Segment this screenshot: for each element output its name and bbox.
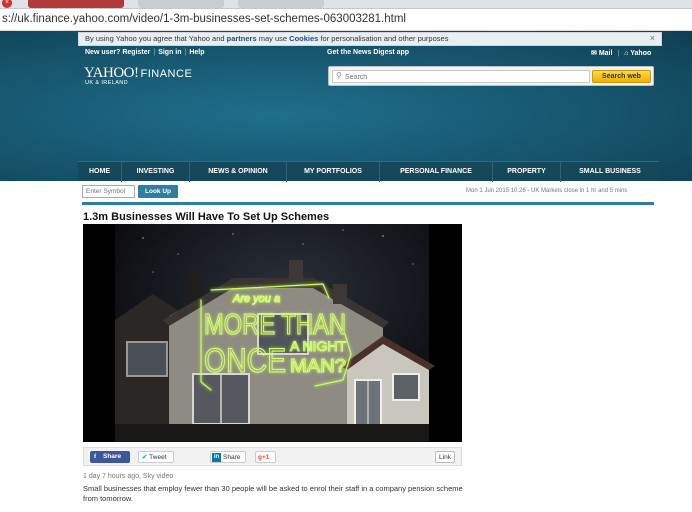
mail-icon: ✉ [591, 50, 597, 57]
cookies-link[interactable]: Cookies [289, 34, 318, 43]
yahoo-home-link[interactable]: Yahoo [630, 50, 651, 57]
cookie-notice-text: By using Yahoo you agree that Yahoo and … [85, 34, 449, 43]
home-icon: ⌂ [624, 50, 629, 57]
search-input[interactable] [345, 72, 585, 82]
news-digest-link[interactable]: Get the News Digest app [327, 49, 409, 56]
video-player[interactable]: Are you a MORE THAN ONCE A NIGHT MAN? [83, 224, 462, 442]
nav-news-opinion[interactable]: NEWS & OPINION [190, 162, 286, 182]
share-bar: f Share ✔ Tweet in Share g+1 Link [83, 447, 462, 466]
market-status: Mon 1 Jun 2015 10:26 - UK Markets close … [466, 188, 628, 194]
nav-property[interactable]: PROPERTY [493, 162, 560, 182]
look-up-button[interactable]: Look Up [138, 185, 178, 198]
account-links: New user? Register | Sign in | Help [85, 49, 205, 56]
symbol-input[interactable] [82, 185, 135, 198]
section-divider [82, 202, 654, 205]
browser-tab[interactable] [238, 0, 324, 8]
article-meta: 1 day 7 hours ago, Sky video [83, 473, 174, 480]
mail-yahoo-links: ✉ Mail | ⌂ Yahoo [591, 50, 652, 57]
nav-home[interactable]: HOME [78, 162, 121, 182]
yahoo-finance-logo[interactable]: YAHOO! FINANCE UK & IRELAND [84, 64, 193, 86]
neon-line-2: MORE THAN [204, 309, 346, 341]
close-icon[interactable]: × [650, 33, 655, 43]
search-field[interactable]: ⚲ [332, 70, 590, 83]
search-icon: ⚲ [336, 71, 342, 80]
sign-in-link[interactable]: Sign in [158, 49, 181, 56]
browser-tab-active[interactable] [28, 0, 124, 8]
video-frame: Are you a MORE THAN ONCE A NIGHT MAN? [115, 224, 435, 442]
facebook-share-button[interactable]: f Share [90, 451, 130, 463]
url-text[interactable]: s://uk.finance.yahoo.com/video/1-3m-busi… [2, 13, 406, 25]
main-nav: HOME INVESTING NEWS & OPINION MY PORTFOL… [78, 161, 659, 182]
nav-small-business[interactable]: SMALL BUSINESS [561, 162, 659, 182]
register-link[interactable]: New user? Register [85, 49, 150, 56]
partners-link[interactable]: partners [227, 34, 257, 43]
neon-line-5: MAN? [290, 356, 346, 376]
neon-line-3: A NIGHT [290, 338, 346, 354]
nav-my-portfolios[interactable]: MY PORTFOLIOS [287, 162, 379, 182]
twitter-icon: ✔ [142, 454, 148, 461]
address-bar[interactable]: s://uk.finance.yahoo.com/video/1-3m-busi… [0, 9, 692, 31]
nav-personal-finance[interactable]: PERSONAL FINANCE [380, 162, 492, 182]
twitter-tweet-button[interactable]: ✔ Tweet [138, 451, 174, 463]
logo-region: UK & IRELAND [85, 80, 129, 86]
neon-line-1: Are you a [232, 293, 280, 305]
search-web-button[interactable]: Search web [592, 70, 651, 83]
gplus-button[interactable]: g+1 [255, 451, 276, 463]
linkedin-share-button[interactable]: in Share [210, 451, 246, 463]
search-box: ⚲ Search web [328, 66, 654, 86]
link-button[interactable]: Link [435, 451, 455, 463]
article-headline: 1.3m Businesses Will Have To Set Up Sche… [83, 211, 330, 223]
close-tab-icon[interactable]: × [2, 0, 12, 8]
logo-finance: FINANCE [140, 68, 193, 80]
nav-investing[interactable]: INVESTING [122, 162, 189, 182]
mail-link[interactable]: Mail [599, 50, 613, 57]
help-link[interactable]: Help [189, 49, 204, 56]
browser-tab[interactable] [138, 0, 224, 8]
neon-line-4: ONCE [204, 342, 286, 380]
browser-tabstrip: × [0, 0, 692, 9]
article-summary: Small businesses that employ fewer than … [83, 484, 463, 503]
facebook-icon: f [94, 453, 97, 460]
cookie-notice: By using Yahoo you agree that Yahoo and … [78, 32, 662, 46]
logo-yahoo: YAHOO! [84, 65, 139, 81]
linkedin-icon: in [212, 452, 221, 462]
